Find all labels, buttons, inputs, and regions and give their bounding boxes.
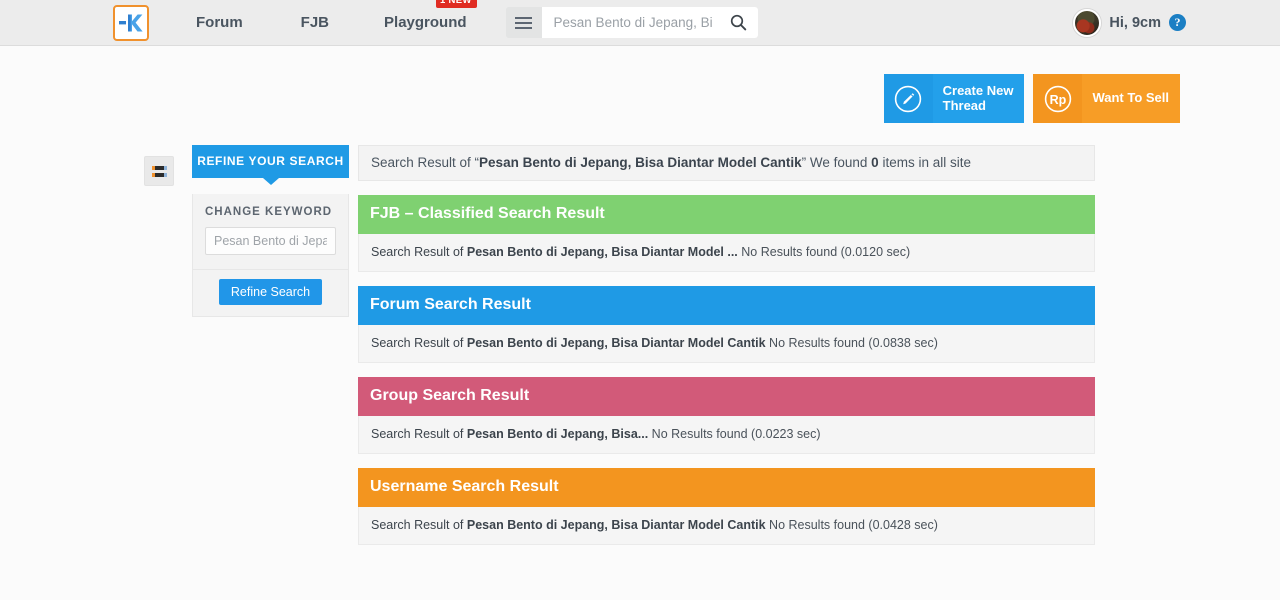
rupiah-circle-icon: Rp bbox=[1033, 74, 1083, 123]
refine-your-search-tab[interactable]: REFINE YOUR SEARCH bbox=[192, 145, 349, 178]
hamburger-icon[interactable] bbox=[505, 7, 542, 38]
result-section-row: Search Result of Pesan Bento di Jepang, … bbox=[358, 507, 1095, 545]
result-section-fjb: FJB – Classified Search Result Search Re… bbox=[358, 195, 1095, 272]
want-to-sell-label: Want To Sell bbox=[1082, 74, 1180, 123]
row-prefix: Search Result of bbox=[371, 245, 467, 259]
summary-suffix: items in all site bbox=[878, 155, 971, 170]
nav-item-fjb[interactable]: FJB bbox=[297, 14, 333, 31]
row-prefix: Search Result of bbox=[371, 336, 467, 350]
row-query: Pesan Bento di Jepang, Bisa... bbox=[466, 427, 649, 441]
avatar[interactable] bbox=[1073, 8, 1102, 37]
row-prefix: Search Result of bbox=[371, 427, 467, 441]
result-section-title: FJB – Classified Search Result bbox=[358, 195, 1095, 234]
kaskus-k-icon bbox=[119, 14, 143, 31]
site-header: Forum FJB Playground 1 NEW Hi, 9cm ? bbox=[0, 0, 1280, 46]
search-results: Search Result of “Pesan Bento di Jepang,… bbox=[358, 145, 1095, 545]
page-body: REFINE YOUR SEARCH CHANGE KEYWORD Refine… bbox=[0, 145, 1280, 545]
row-query: Pesan Bento di Jepang, Bisa Diantar Mode… bbox=[466, 518, 766, 532]
row-status: No Results found (0.0223 sec) bbox=[648, 427, 821, 441]
help-icon[interactable]: ? bbox=[1169, 14, 1186, 31]
change-keyword-section: CHANGE KEYWORD bbox=[193, 194, 348, 269]
result-section-row: Search Result of Pesan Bento di Jepang, … bbox=[358, 325, 1095, 363]
refine-panel-footer: Refine Search bbox=[193, 269, 348, 316]
row-query: Pesan Bento di Jepang, Bisa Diantar Mode… bbox=[466, 245, 738, 259]
refine-panel: CHANGE KEYWORD Refine Search bbox=[192, 194, 349, 317]
result-section-row: Search Result of Pesan Bento di Jepang, … bbox=[358, 416, 1095, 454]
list-toggle-icon[interactable] bbox=[144, 156, 174, 186]
search-icon[interactable] bbox=[720, 14, 758, 31]
summary-count: 0 bbox=[871, 155, 879, 170]
result-section-group: Group Search Result Search Result of Pes… bbox=[358, 377, 1095, 454]
create-new-thread-label: Create New Thread bbox=[932, 74, 1025, 123]
summary-query: Pesan Bento di Jepang, Bisa Diantar Mode… bbox=[479, 155, 802, 170]
new-badge: 1 NEW bbox=[436, 0, 477, 8]
svg-text:Rp: Rp bbox=[1050, 93, 1067, 107]
create-new-thread-button[interactable]: Create New Thread bbox=[883, 74, 1025, 123]
main-nav: Forum FJB Playground 1 NEW bbox=[149, 0, 477, 31]
result-section-row: Search Result of Pesan Bento di Jepang, … bbox=[358, 234, 1095, 272]
row-status: No Results found (0.0838 sec) bbox=[765, 336, 938, 350]
summary-middle: ” We found bbox=[801, 155, 872, 170]
header-search bbox=[505, 7, 758, 38]
result-section-username: Username Search Result Search Result of … bbox=[358, 468, 1095, 545]
want-to-sell-button[interactable]: Rp Want To Sell bbox=[1033, 74, 1180, 123]
search-field bbox=[541, 7, 758, 38]
refine-search-button[interactable]: Refine Search bbox=[218, 279, 323, 305]
row-status: No Results found (0.0120 sec) bbox=[737, 245, 911, 259]
result-section-title: Forum Search Result bbox=[358, 286, 1095, 325]
nav-item-playground[interactable]: Playground 1 NEW bbox=[380, 0, 477, 31]
refine-sidebar: REFINE YOUR SEARCH CHANGE KEYWORD Refine… bbox=[192, 145, 349, 317]
user-greeting: Hi, 9cm bbox=[1109, 14, 1161, 31]
row-status: No Results found (0.0428 sec) bbox=[765, 518, 938, 532]
result-section-forum: Forum Search Result Search Result of Pes… bbox=[358, 286, 1095, 363]
pencil-circle-icon bbox=[883, 74, 933, 123]
row-query: Pesan Bento di Jepang, Bisa Diantar Mode… bbox=[466, 336, 766, 350]
user-area[interactable]: Hi, 9cm ? bbox=[1073, 8, 1186, 37]
action-buttons: Create New Thread Rp Want To Sell bbox=[883, 74, 1180, 123]
change-keyword-label: CHANGE KEYWORD bbox=[205, 206, 333, 218]
search-input[interactable] bbox=[541, 8, 720, 37]
summary-prefix: Search Result of “ bbox=[371, 155, 480, 170]
nav-item-playground-label: Playground bbox=[384, 14, 467, 31]
result-section-title: Username Search Result bbox=[358, 468, 1095, 507]
row-prefix: Search Result of bbox=[371, 518, 467, 532]
kaskus-logo[interactable] bbox=[113, 4, 149, 41]
result-summary: Search Result of “Pesan Bento di Jepang,… bbox=[358, 145, 1095, 181]
nav-item-forum[interactable]: Forum bbox=[192, 14, 247, 31]
keyword-input[interactable] bbox=[205, 227, 336, 255]
result-section-title: Group Search Result bbox=[358, 377, 1095, 416]
